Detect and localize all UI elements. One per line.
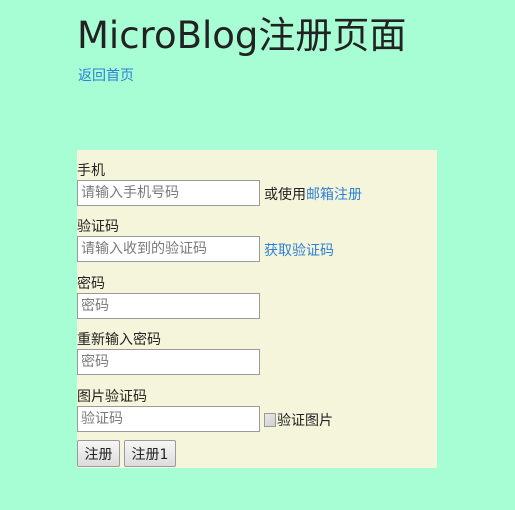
register-button[interactable]: 注册 — [77, 440, 120, 467]
phone-input[interactable] — [77, 180, 260, 206]
captcha-image[interactable]: 验证图片 — [264, 410, 333, 430]
home-link[interactable]: 返回首页 — [78, 65, 134, 85]
page-title: MicroBlog注册页面 — [77, 14, 407, 57]
phone-label: 手机 — [77, 163, 105, 179]
password-confirm-label: 重新输入密码 — [77, 332, 161, 348]
captcha-input[interactable] — [77, 406, 260, 432]
password-label: 密码 — [77, 276, 105, 292]
password-input[interactable] — [77, 293, 260, 319]
captcha-label: 图片验证码 — [77, 389, 147, 405]
code-label: 验证码 — [77, 219, 119, 235]
register1-button[interactable]: 注册1 — [124, 440, 176, 467]
register-form: 手机 或使用邮箱注册 验证码 获取验证码 密码 重新输入密码 图片验证码 验证图… — [77, 150, 437, 468]
email-register-hint: 或使用邮箱注册 — [264, 184, 362, 204]
broken-image-icon — [264, 413, 276, 427]
captcha-image-alt: 验证图片 — [277, 413, 333, 429]
email-register-prefix: 或使用 — [264, 187, 306, 203]
email-register-link[interactable]: 邮箱注册 — [306, 187, 362, 203]
code-input[interactable] — [77, 236, 260, 262]
get-code-link[interactable]: 获取验证码 — [264, 240, 334, 260]
password-confirm-input[interactable] — [77, 349, 260, 375]
